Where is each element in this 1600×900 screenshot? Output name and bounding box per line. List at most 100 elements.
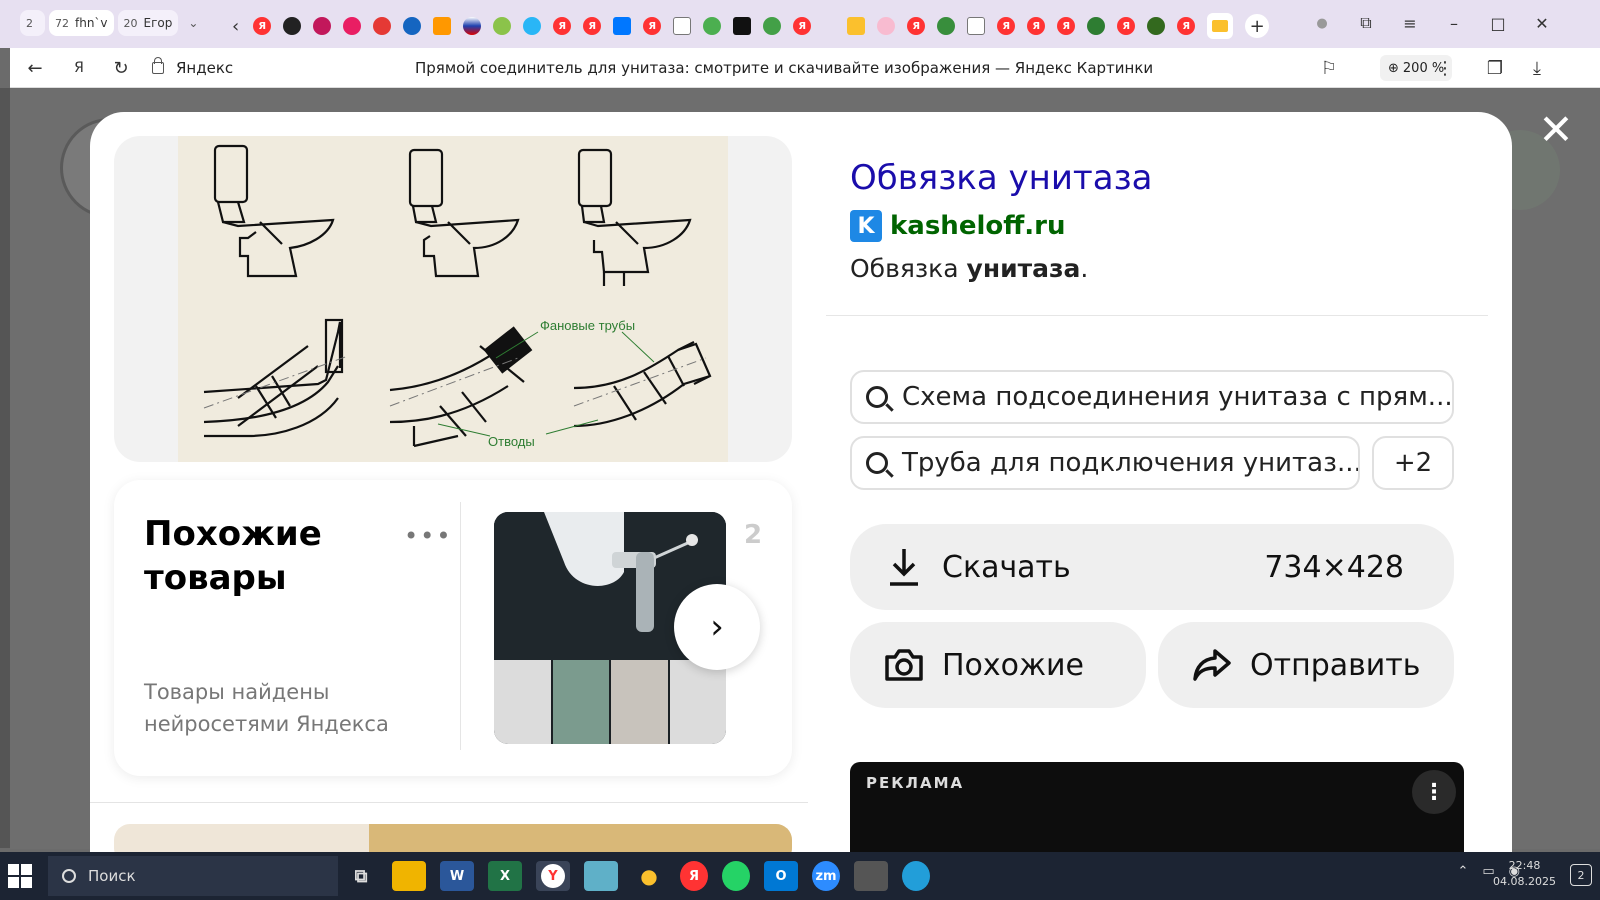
reload-icon[interactable]: ↻ [108, 56, 134, 80]
maximize-icon[interactable]: □ [1476, 14, 1520, 33]
yandex-tab-icon[interactable]: Я [1057, 17, 1076, 35]
word-icon[interactable]: W [440, 861, 474, 891]
preview-image[interactable]: Фановые трубы Отводы [178, 136, 728, 462]
product-mini-thumb[interactable] [669, 660, 726, 744]
yandex-tab-icon[interactable]: Я [1177, 17, 1196, 35]
vk-tab-icon[interactable] [613, 17, 632, 35]
more-options-icon[interactable]: ••• [404, 522, 452, 550]
minimize-icon[interactable]: – [1432, 14, 1476, 33]
yandex-tab-icon[interactable]: Я [1117, 17, 1136, 35]
yandex-tab-icon[interactable]: Я [793, 17, 812, 35]
toilet-diagram-illustration: Фановые трубы Отводы [203, 144, 712, 449]
tab-favicon[interactable] [937, 17, 956, 35]
similar-products-subtitle: Товары найдены нейросетями Яндекса [144, 680, 389, 736]
tabs-scroll-left-icon[interactable]: ‹ [232, 16, 239, 37]
more-searches-button[interactable]: +2 [1372, 436, 1454, 490]
domain-link[interactable]: kasheloff.ru [890, 211, 1066, 241]
related-search-1[interactable]: Схема подсоединения унитаза с прям... [850, 370, 1454, 424]
profile-icon[interactable]: ● [1300, 16, 1344, 31]
tray-chevron-up-icon[interactable]: ⌃ [1457, 864, 1468, 879]
collections-icon[interactable]: ❐ [1482, 56, 1508, 80]
new-tab-icon[interactable]: + [1245, 14, 1270, 38]
tab-favicon[interactable] [493, 17, 512, 35]
tab-favicon[interactable] [283, 17, 302, 35]
tab-favicon[interactable] [877, 17, 896, 35]
tab-favicon[interactable] [733, 17, 752, 35]
menu-icon[interactable]: ≡ [1388, 14, 1432, 33]
app-icon[interactable] [584, 861, 618, 891]
chevron-right-icon[interactable]: › [674, 584, 760, 670]
tab-favicon[interactable] [313, 17, 332, 35]
file-explorer-icon[interactable] [392, 861, 426, 891]
page-title[interactable]: Прямой соединитель для унитаза: смотрите… [415, 59, 1153, 77]
download-button[interactable]: Скачать 734×428 [850, 524, 1454, 610]
yandex-tab-icon[interactable]: Я [997, 17, 1016, 35]
tab-group-2[interactable]: 72 fhn`v [49, 10, 114, 36]
yandex-tab-icon[interactable]: Я [553, 17, 572, 35]
section-divider [90, 802, 808, 803]
calculator-icon[interactable] [854, 861, 888, 891]
windows-start-icon[interactable] [8, 864, 32, 888]
bookmark-icon[interactable]: ⚐ [1316, 56, 1342, 80]
site-label[interactable]: Яндекс [152, 57, 233, 77]
yandex-icon[interactable]: Я [680, 861, 708, 891]
tabs-icon[interactable]: ⧉ [1344, 13, 1388, 33]
back-icon[interactable]: ← [22, 56, 48, 80]
source-block: Обвязка унитаза K kasheloff.ru Обвязка у… [826, 136, 1488, 316]
product-mini-thumb[interactable] [494, 660, 551, 744]
yandex-tab-icon[interactable]: Я [643, 17, 662, 35]
image-source-title[interactable]: Обвязка унитаза [850, 158, 1152, 198]
tab-favicon[interactable] [763, 17, 782, 35]
ad-card: РЕКЛАМА ⋮ [826, 740, 1488, 852]
tab-favicon[interactable] [523, 17, 542, 35]
yandex-tab-icon[interactable]: Я [907, 17, 926, 35]
tab-favicon[interactable] [373, 17, 392, 35]
tab-favicon[interactable] [403, 17, 422, 35]
outlook-icon[interactable]: O [764, 861, 798, 891]
more-icon[interactable]: ⋮ [1432, 56, 1458, 80]
tab-group-3[interactable]: 20 Егор [117, 10, 179, 36]
close-icon[interactable]: ✕ [1536, 109, 1576, 151]
window-close-icon[interactable]: ✕ [1520, 14, 1564, 33]
document-tab-icon[interactable] [673, 17, 692, 35]
similar-products-title: Похожие товары [144, 514, 322, 598]
tab-favicon[interactable] [463, 17, 482, 35]
telegram-icon[interactable] [902, 861, 930, 891]
preview-image-card[interactable]: Фановые трубы Отводы [114, 136, 792, 462]
app-icon[interactable]: ● [632, 861, 666, 891]
product-mini-thumb[interactable] [611, 660, 668, 744]
tab-favicon[interactable] [703, 17, 722, 35]
document-tab-icon[interactable] [967, 17, 986, 35]
notification-icon[interactable]: 2 [1570, 864, 1592, 886]
yandex-tab-icon[interactable]: Я [1027, 17, 1046, 35]
whatsapp-icon[interactable] [722, 861, 750, 891]
yandex-tab-icon[interactable]: Я [253, 17, 272, 35]
tab-favicon[interactable] [433, 17, 452, 35]
tab-favicon[interactable] [1147, 17, 1166, 35]
yandex-tab-icon[interactable]: Я [583, 17, 602, 35]
download-icon[interactable]: ⤓ [1524, 56, 1550, 80]
tab-favicon[interactable] [343, 17, 362, 35]
source-domain[interactable]: K kasheloff.ru [850, 210, 1066, 242]
similar-images-button[interactable]: Похожие [850, 622, 1146, 708]
task-view-icon[interactable]: ⧉ [344, 861, 378, 891]
chevron-down-icon[interactable]: ⌄ [182, 10, 204, 36]
ad-menu-icon[interactable]: ⋮ [1412, 770, 1456, 814]
yandex-browser-icon[interactable]: Y [536, 861, 570, 891]
tab-favicon[interactable] [1087, 17, 1106, 35]
taskbar-clock[interactable]: 22:48 04.08.2025 [1493, 858, 1556, 890]
image-tab-icon[interactable] [1207, 13, 1234, 39]
more-images-row[interactable] [114, 824, 792, 852]
yandex-home-icon[interactable]: Я [66, 56, 92, 80]
share-button[interactable]: Отправить [1158, 622, 1454, 708]
ad-banner[interactable]: РЕКЛАМА ⋮ [850, 762, 1464, 852]
image-description: Обвязка унитаза. [850, 254, 1089, 283]
excel-icon[interactable]: X [488, 861, 522, 891]
product-mini-thumb[interactable] [552, 660, 609, 744]
taskbar-search[interactable]: Поиск [48, 856, 338, 896]
tab-favicon[interactable] [847, 17, 866, 35]
zoom-app-icon[interactable]: zm [812, 861, 840, 891]
related-search-2[interactable]: Труба для подключения унитаз... [850, 436, 1360, 490]
tab-count: 2 [26, 16, 33, 30]
tab-group-1[interactable]: 2 [20, 10, 45, 36]
